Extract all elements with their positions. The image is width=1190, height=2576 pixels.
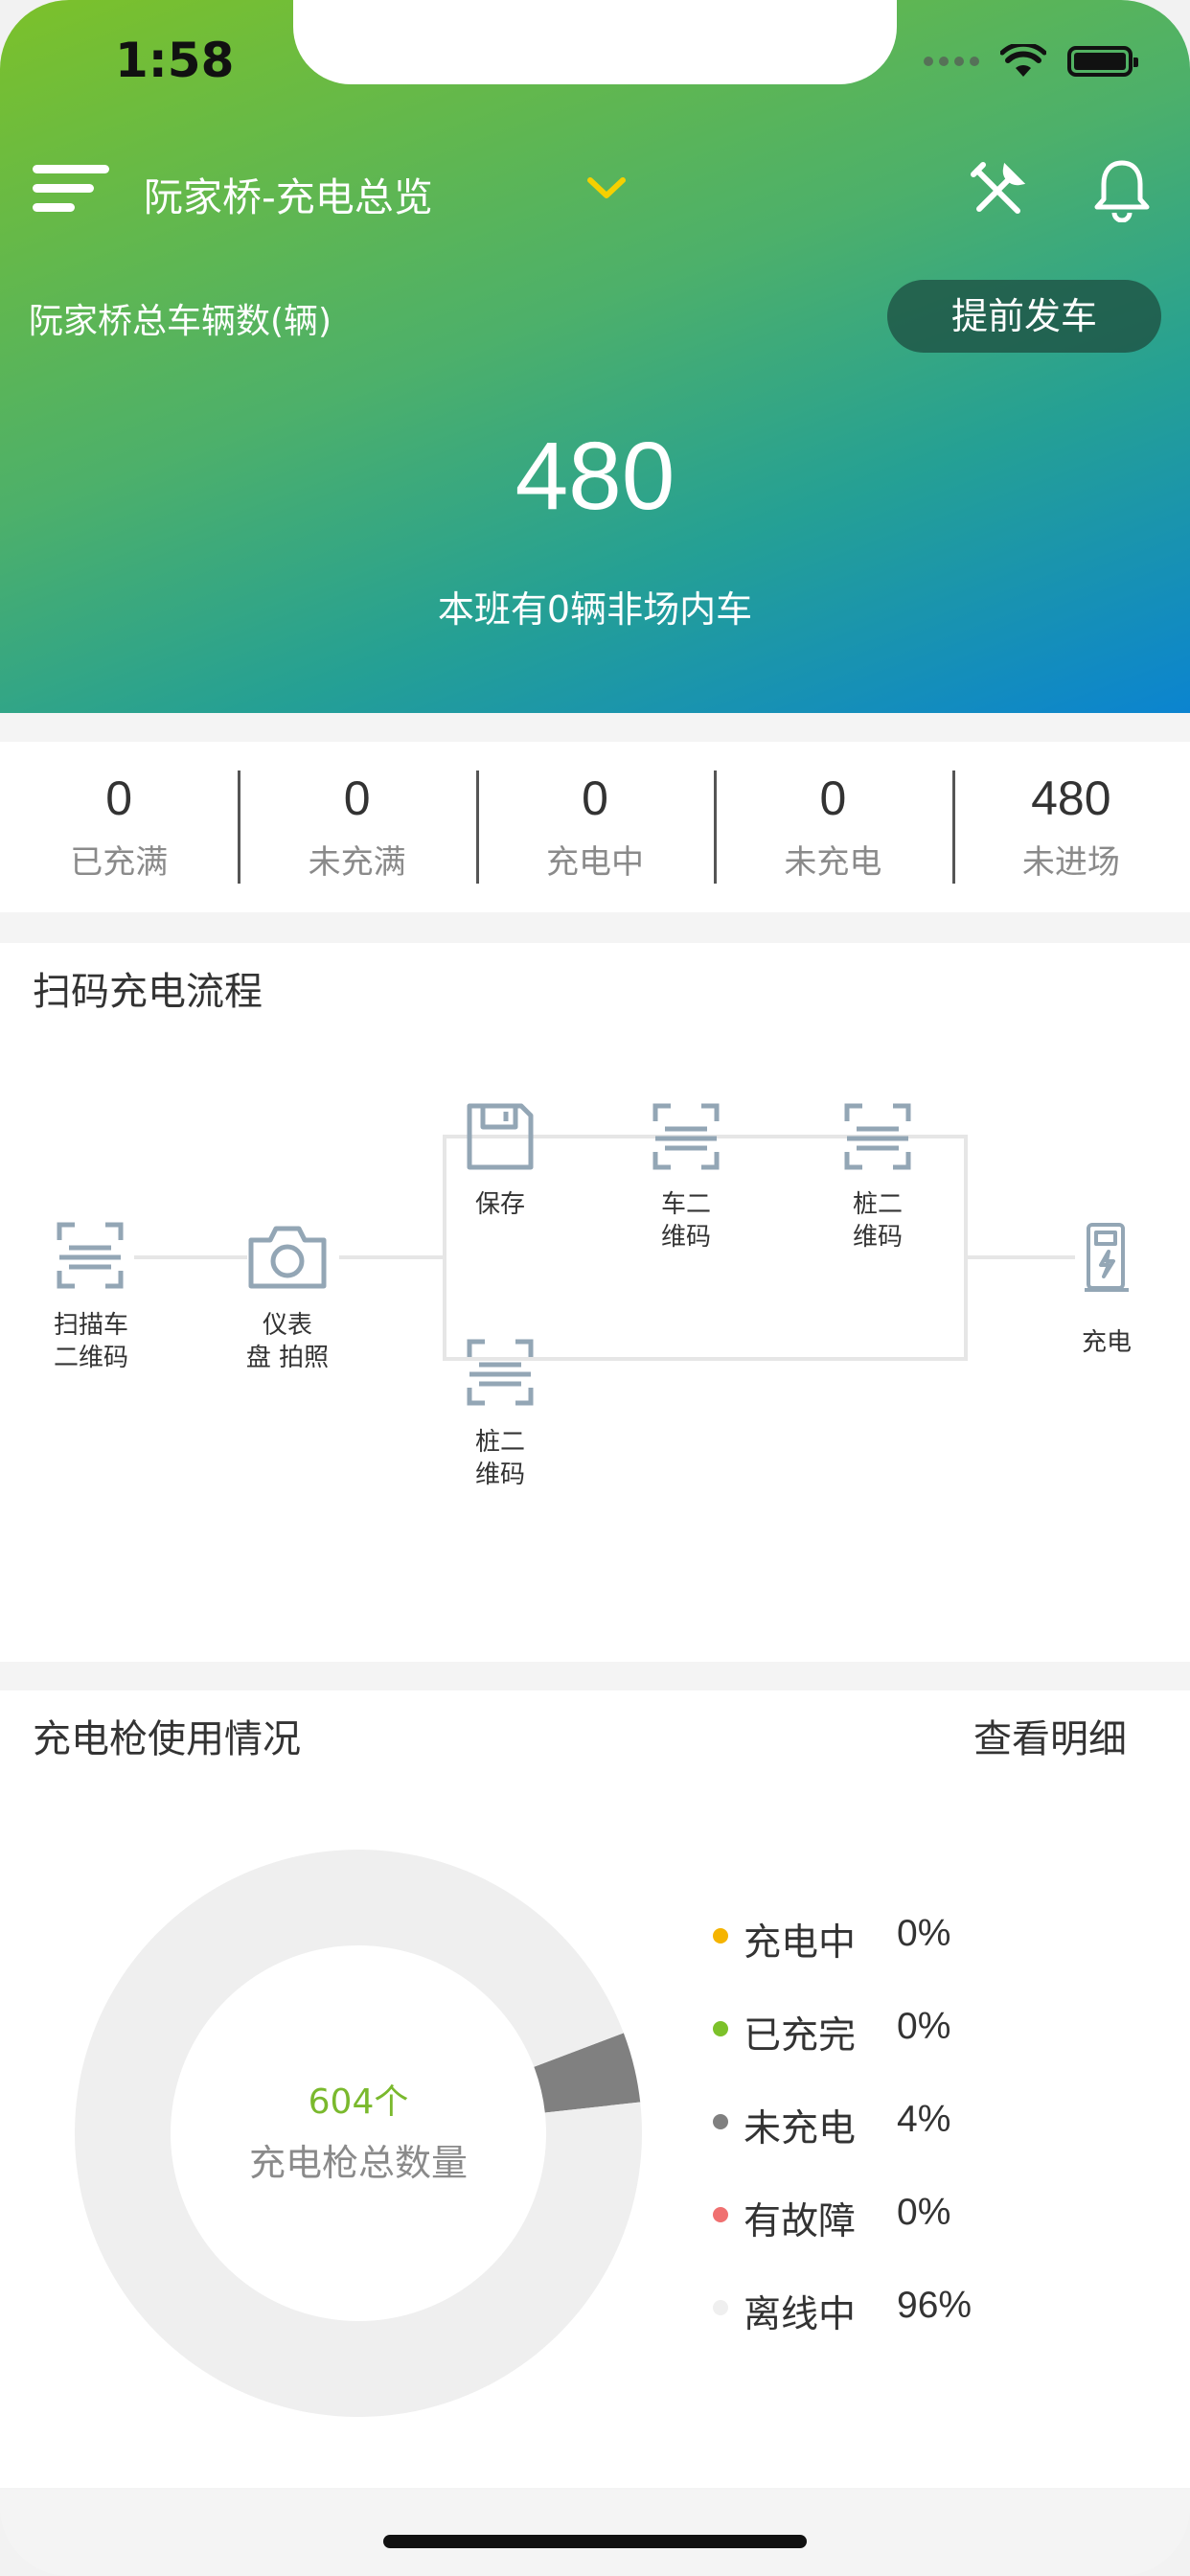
save-icon [467,1103,534,1170]
flow-connector [134,1255,247,1259]
usage-title: 充电枪使用情况 [33,1717,301,1761]
legend-dot [713,2114,728,2129]
stat-not-arrived[interactable]: 480 未进场 [951,742,1190,912]
legend-label: 充电中 [744,1921,857,1965]
legend-label: 已充完 [744,2014,857,2058]
total-vehicles-label: 阮家桥总车辆数(辆) [29,302,332,341]
stat-label: 充电中 [546,843,645,882]
usage-legend: 充电中 0% 已充完 0% 未充电 4% 有故障 0% 离线中 96% [713,1913,972,2378]
flow-connector [966,1255,1075,1259]
step-pile-qr-bottom-label: 桩二 维码 [474,1428,525,1489]
stat-value: 0 [105,771,133,825]
chevron-down-icon[interactable] [586,176,627,201]
legend-label: 有故障 [744,2200,857,2243]
step-save-label: 保存 [474,1190,525,1219]
qr-scan-icon [844,1103,911,1170]
legend-value: 96% [897,2285,973,2326]
gun-usage-section: 充电枪使用情况 查看明细 604个 充电枪总数量 充电中 0% 已充完 0% 未… [0,1690,1190,2488]
qr-scan-icon [652,1103,720,1170]
wifi-icon [1000,44,1046,77]
stat-not-full[interactable]: 0 未充满 [238,742,475,912]
total-guns-count: 604个 [308,2082,409,2122]
legend-value: 0% [897,2192,951,2233]
scan-charge-process: 扫码充电流程 扫描车 二维码 仪表 盘 拍照 保存 车二 维码 桩二 维码 桩二… [0,943,1190,1662]
station-title[interactable]: 阮家桥-充电总览 [144,165,433,222]
legend-dot [713,2300,728,2315]
stat-value: 0 [343,771,371,825]
stat-charging[interactable]: 0 充电中 [475,742,714,912]
status-icons [924,42,1138,80]
legend-dot [713,2207,728,2222]
charging-stats: 0 已充满 0 未充满 0 充电中 0 未充电 480 未进场 [0,742,1190,912]
device-notch [293,0,897,84]
flow-connector [443,1135,446,1361]
legend-item-charging: 充电中 0% [713,1913,972,2006]
total-vehicles-count: 480 [515,423,675,530]
stat-fully-charged[interactable]: 0 已充满 [0,742,238,912]
stat-label: 未充满 [308,843,406,882]
step-vehicle-qr-label: 车二 维码 [660,1190,711,1252]
legend-item-completed: 已充完 0% [713,2006,972,2099]
legend-item-not-charging: 未充电 4% [713,2099,972,2192]
stat-label: 未进场 [1021,843,1120,882]
process-title: 扫码充电流程 [33,970,263,1014]
tools-icon[interactable] [968,159,1029,220]
step-charge-label: 充电 [1081,1328,1132,1357]
battery-icon [1067,46,1138,77]
step-scan-vehicle-label: 扫描车 二维码 [53,1311,128,1372]
non-depot-note: 本班有0辆非场内车 [437,588,753,631]
legend-label: 未充电 [744,2107,857,2150]
flow-connector [339,1255,443,1259]
flow-connector [964,1135,968,1361]
legend-item-faulty: 有故障 0% [713,2192,972,2285]
view-details-link[interactable]: 查看明细 [973,1708,1127,1763]
app-screen: 1:58 阮家桥-充电总览 阮家桥总车辆数(辆) 提前发车 480 本班有0辆非… [0,0,1190,2576]
qr-scan-icon [57,1222,124,1289]
stat-not-charging[interactable]: 0 未充电 [714,742,951,912]
step-pile-qr-top-label: 桩二 维码 [852,1190,903,1252]
stat-value: 0 [819,771,847,825]
early-departure-button[interactable]: 提前发车 [887,280,1161,353]
total-guns-label: 充电枪总数量 [248,2142,468,2184]
home-indicator[interactable] [383,2535,807,2548]
camera-icon [248,1226,327,1289]
cellular-signal-icon [924,57,979,66]
stat-label: 已充满 [70,843,169,882]
legend-dot [713,2021,728,2036]
legend-dot [713,1928,728,1944]
status-time: 1:58 [115,33,235,88]
legend-value: 0% [897,2006,951,2047]
stat-value: 480 [1031,771,1111,825]
legend-label: 离线中 [744,2293,857,2336]
qr-scan-icon [467,1339,534,1406]
legend-value: 4% [897,2099,951,2140]
stat-value: 0 [582,771,608,825]
menu-icon[interactable] [33,161,113,218]
nav-bar: 阮家桥-充电总览 [0,153,1190,230]
charging-pile-icon [1085,1223,1129,1292]
step-dashboard-photo-label: 仪表 盘 拍照 [245,1311,330,1372]
legend-item-offline: 离线中 96% [713,2285,972,2378]
legend-value: 0% [897,1913,951,1954]
bell-icon[interactable] [1092,157,1152,222]
stat-label: 未充电 [784,843,882,882]
overview-header: 1:58 阮家桥-充电总览 阮家桥总车辆数(辆) 提前发车 480 本班有0辆非… [0,0,1190,713]
